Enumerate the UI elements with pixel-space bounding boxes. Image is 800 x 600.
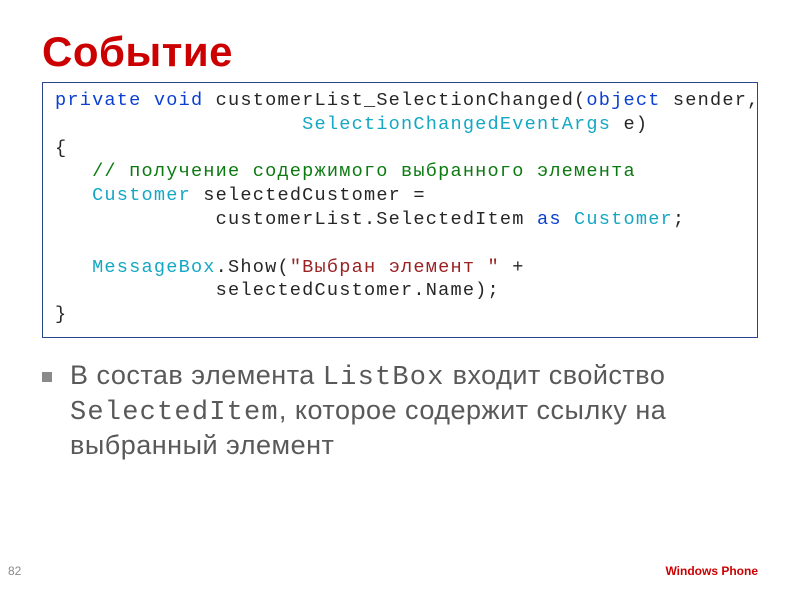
code-plus: + bbox=[500, 257, 525, 278]
code-indent-args bbox=[55, 114, 302, 135]
body-text-mid1: входит свойство bbox=[445, 360, 666, 390]
code-brace-open: { bbox=[55, 138, 67, 159]
keyword-object: object bbox=[586, 90, 660, 111]
slide-title: Событие bbox=[42, 28, 758, 76]
code-semicolon: ; bbox=[673, 209, 685, 230]
type-customer2: Customer bbox=[574, 209, 673, 230]
page-number: 82 bbox=[8, 564, 21, 578]
type-messagebox: MessageBox bbox=[92, 257, 216, 278]
code-indent3a bbox=[55, 185, 92, 206]
slide: Событие private void customerList_Select… bbox=[0, 0, 800, 600]
type-eventargs: SelectionChangedEventArgs bbox=[302, 114, 611, 135]
code-block: private void customerList_SelectionChang… bbox=[42, 82, 758, 338]
code-brace-close: } bbox=[55, 304, 67, 325]
inline-code-selecteditem: SelectedItem bbox=[70, 398, 279, 428]
code-blank-line bbox=[55, 233, 92, 254]
body-paragraph: В состав элемента ListBox входит свойств… bbox=[42, 360, 758, 462]
brand-label: Windows Phone bbox=[665, 564, 758, 578]
code-name-line: selectedCustomer.Name); bbox=[55, 280, 500, 301]
code-indent3b bbox=[55, 257, 92, 278]
code-sender: sender, bbox=[661, 90, 760, 111]
bullet-icon bbox=[42, 372, 52, 382]
code-param-e: e) bbox=[611, 114, 648, 135]
code-selected-line: customerList.SelectedItem bbox=[55, 209, 537, 230]
code-decl: selectedCustomer = bbox=[191, 185, 426, 206]
keyword-as: as bbox=[537, 209, 562, 230]
code-show: .Show( bbox=[216, 257, 290, 278]
keyword-private: private bbox=[55, 90, 142, 111]
type-customer: Customer bbox=[92, 185, 191, 206]
body-text-pre: В состав элемента bbox=[70, 360, 323, 390]
string-literal: "Выбран элемент " bbox=[290, 257, 500, 278]
code-comment: // получение содержимого выбранного элем… bbox=[55, 161, 636, 182]
inline-code-listbox: ListBox bbox=[323, 363, 445, 393]
keyword-void: void bbox=[154, 90, 203, 111]
code-fn-name: customerList_SelectionChanged( bbox=[203, 90, 586, 111]
